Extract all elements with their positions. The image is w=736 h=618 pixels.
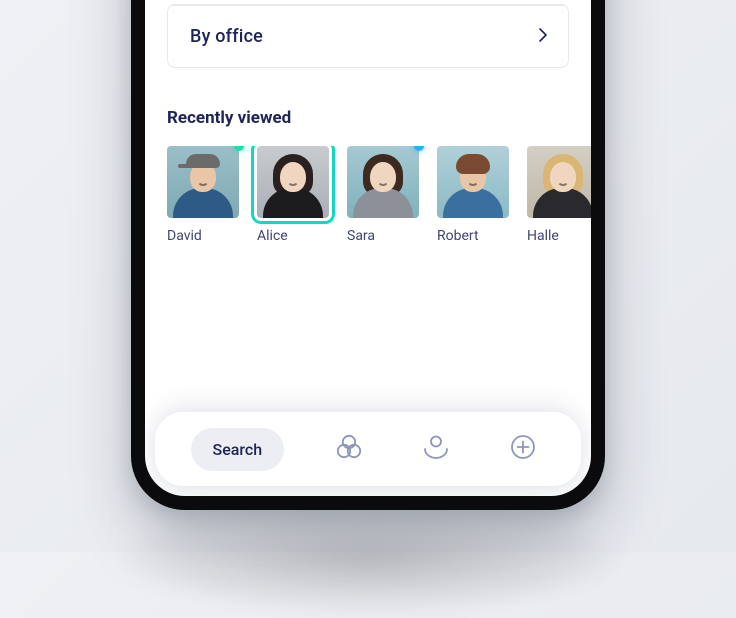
person-name: Alice bbox=[257, 228, 329, 244]
phone-reflection bbox=[108, 498, 628, 618]
avatar bbox=[257, 146, 329, 218]
person-name: Halle bbox=[527, 228, 591, 244]
person-card-halle[interactable]: Halle bbox=[527, 146, 591, 244]
person-name: Sara bbox=[347, 228, 419, 244]
plus-circle-icon bbox=[509, 433, 537, 465]
person-card-robert[interactable]: Robert bbox=[437, 146, 509, 244]
recently-viewed-title: Recently viewed bbox=[167, 108, 569, 128]
chevron-right-icon bbox=[538, 27, 548, 47]
tab-groups[interactable] bbox=[327, 427, 371, 471]
tab-add[interactable] bbox=[501, 427, 545, 471]
avatar-image bbox=[527, 146, 591, 218]
avatar bbox=[347, 146, 419, 218]
avatar-image bbox=[257, 146, 329, 218]
avatar bbox=[527, 146, 591, 218]
avatar-image bbox=[437, 146, 509, 218]
filter-by-office-row[interactable]: By office bbox=[168, 6, 568, 67]
avatar-image bbox=[167, 146, 239, 218]
filter-card: By office bbox=[167, 4, 569, 68]
person-card-alice[interactable]: Alice bbox=[257, 146, 329, 244]
filter-by-office-label: By office bbox=[190, 26, 263, 47]
phone-frame: By office Recently viewed bbox=[131, 0, 605, 510]
tab-bar: Search bbox=[155, 412, 581, 486]
groups-icon bbox=[334, 433, 364, 465]
avatar bbox=[437, 146, 509, 218]
status-dot-online-icon bbox=[234, 146, 244, 151]
person-card-sara[interactable]: Sara bbox=[347, 146, 419, 244]
person-name: David bbox=[167, 228, 239, 244]
screen: By office Recently viewed bbox=[145, 0, 591, 496]
avatar-image bbox=[347, 146, 419, 218]
tab-search-label: Search bbox=[213, 440, 263, 459]
status-dot-away-icon bbox=[414, 146, 424, 151]
avatar bbox=[167, 146, 239, 218]
person-card-david[interactable]: David bbox=[167, 146, 239, 244]
tab-search[interactable]: Search bbox=[191, 428, 285, 471]
recently-viewed-list[interactable]: David Alice bbox=[145, 146, 591, 244]
profile-icon bbox=[422, 433, 450, 465]
person-name: Robert bbox=[437, 228, 509, 244]
tab-profile[interactable] bbox=[414, 427, 458, 471]
